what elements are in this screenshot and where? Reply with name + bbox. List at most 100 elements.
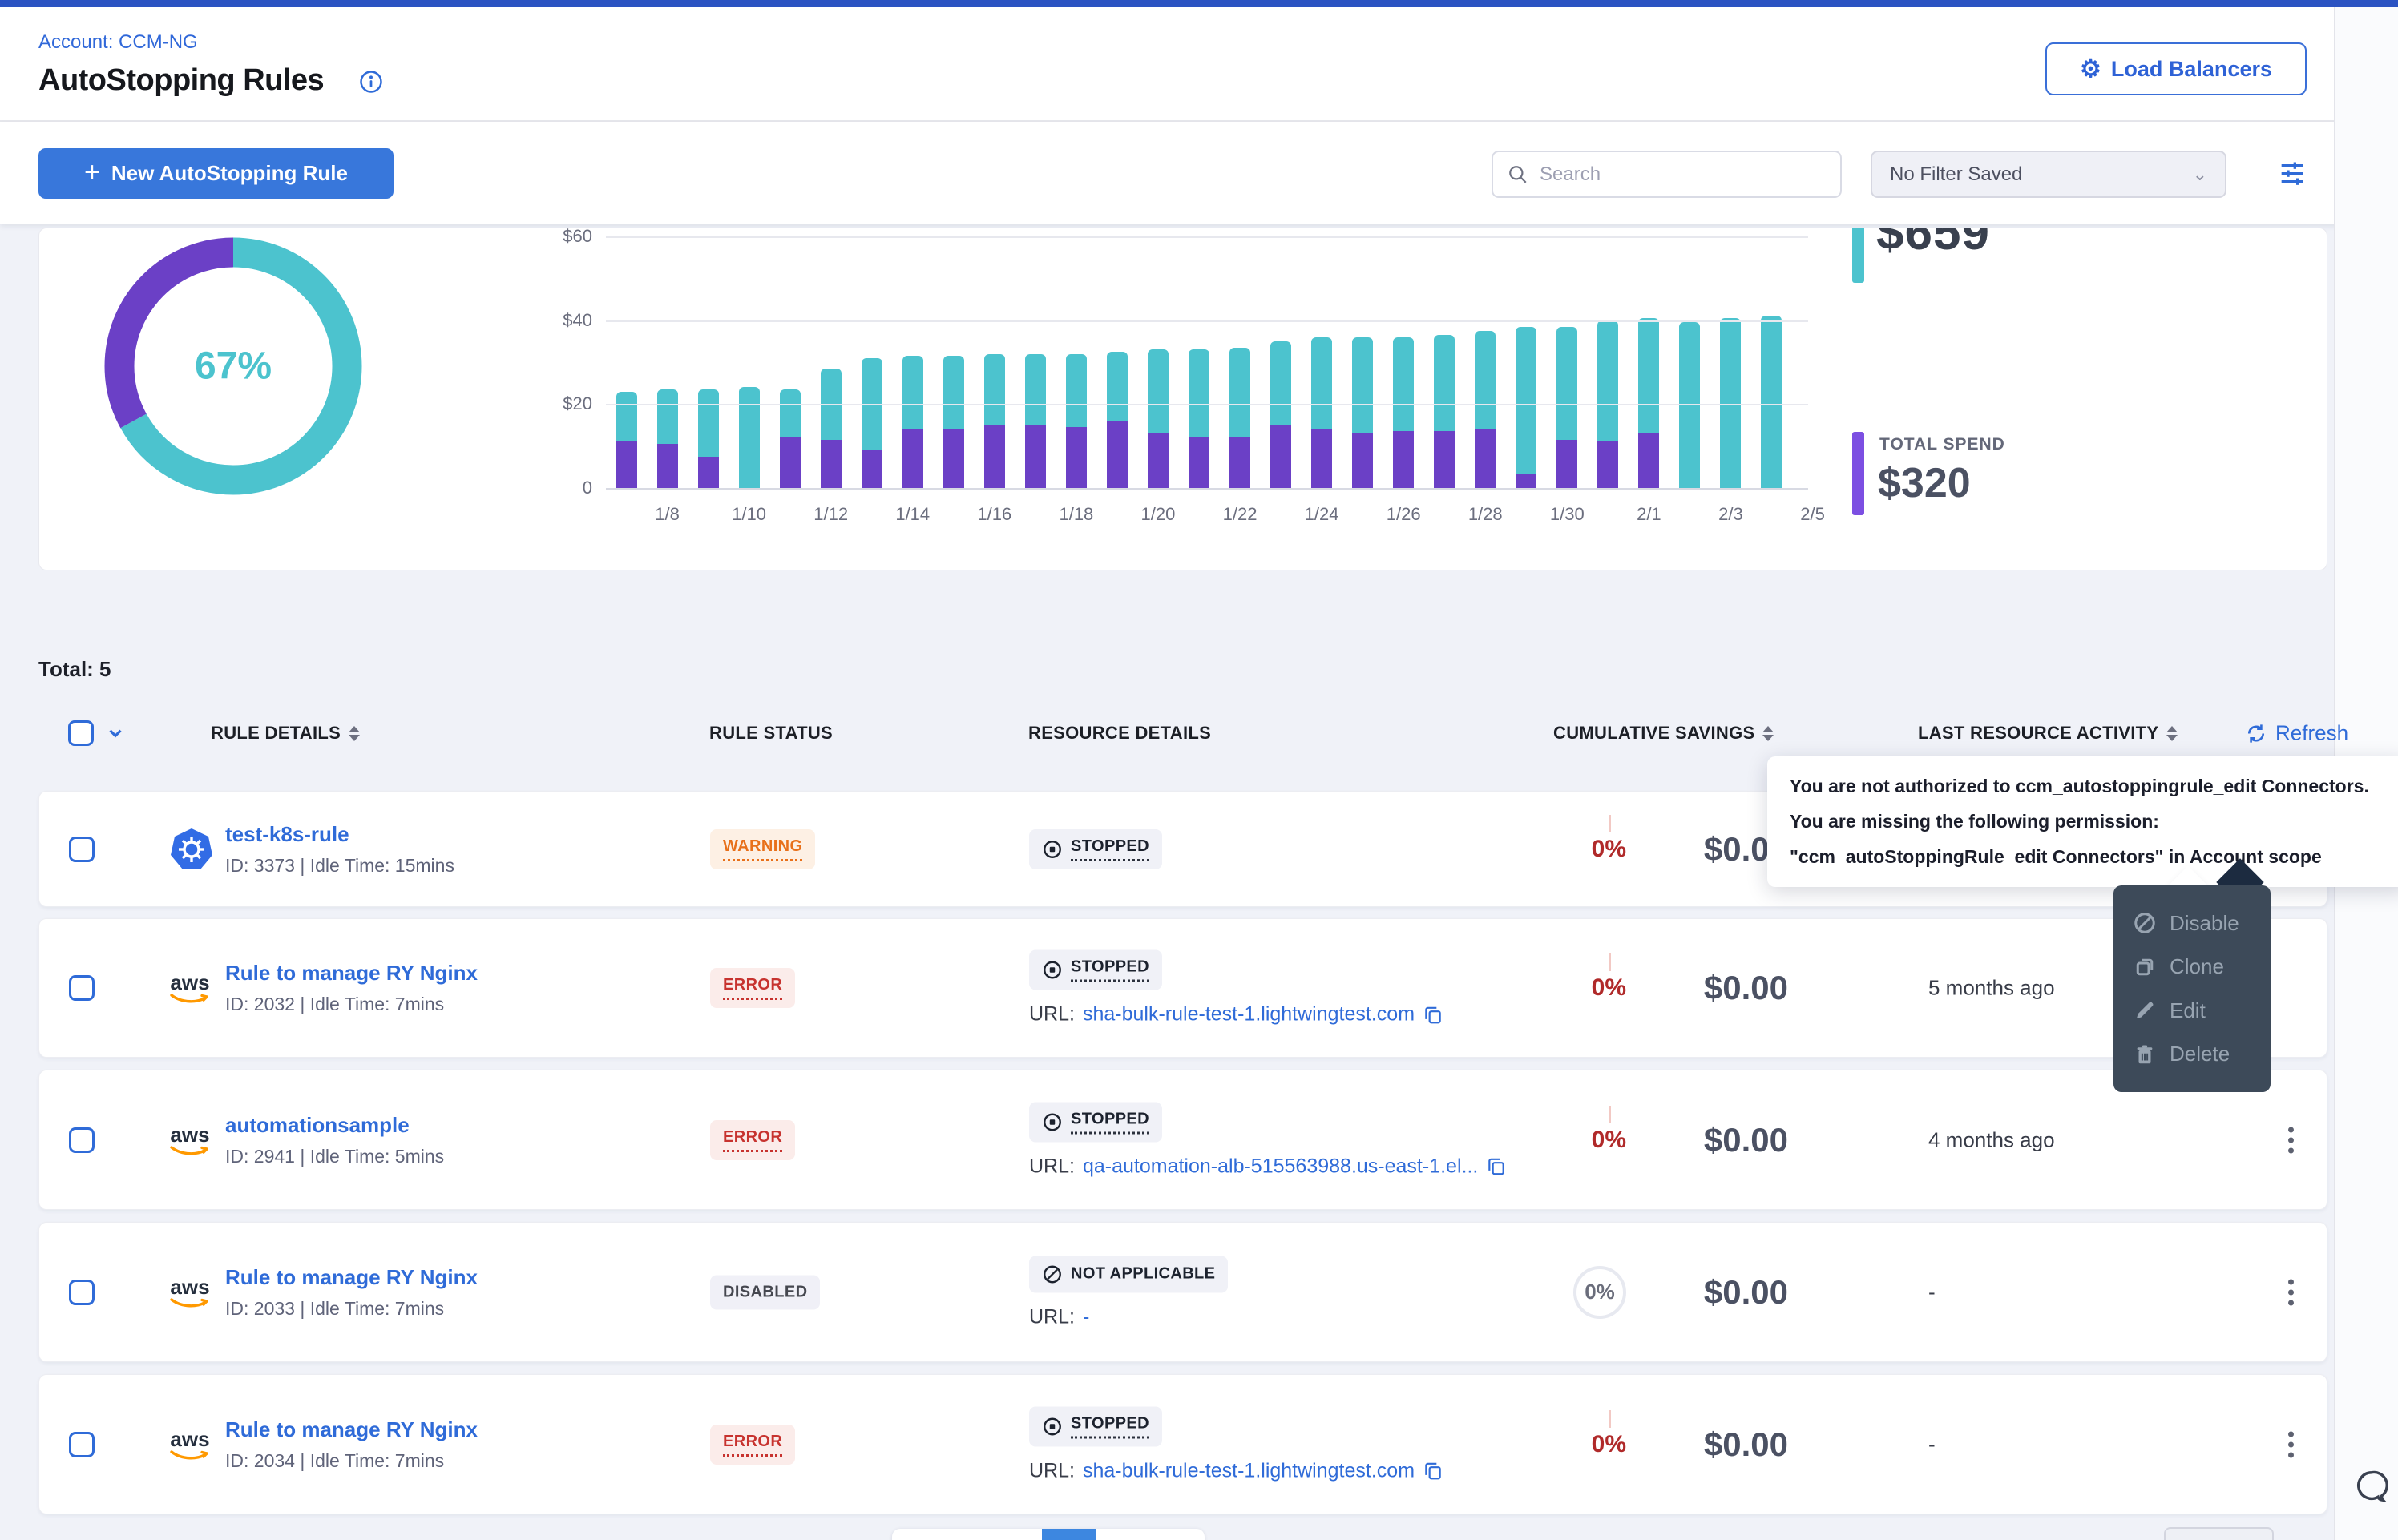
stacked-bar-1/30	[1556, 327, 1577, 488]
delete-icon	[2133, 1042, 2157, 1066]
sort-icon[interactable]	[1762, 726, 1774, 741]
row-checkbox[interactable]	[69, 1280, 95, 1305]
stacked-bar-1/17	[1025, 354, 1046, 488]
new-autostopping-rule-button[interactable]: + New AutoStopping Rule	[38, 148, 394, 199]
search-icon	[1508, 164, 1528, 185]
savings-percent: 0%	[1592, 1431, 1626, 1457]
toolbar: + New AutoStopping Rule No Filter Saved …	[0, 122, 2398, 224]
status-badge: DISABLED	[710, 1275, 820, 1309]
table-row: aws Rule to manage RY Nginx ID: 2033 | I…	[38, 1222, 2327, 1362]
edit-icon	[2133, 998, 2157, 1022]
stacked-bar-1/29	[1516, 327, 1536, 488]
menu-item-clone[interactable]: Clone	[2113, 954, 2271, 979]
url-label: URL:	[1029, 1155, 1075, 1178]
row-checkbox[interactable]	[69, 837, 95, 862]
stacked-bar-1/22	[1229, 348, 1250, 488]
last-activity: 5 months ago	[1928, 976, 2055, 1001]
new-rule-label: New AutoStopping Rule	[111, 161, 348, 186]
status-badge[interactable]: ERROR	[710, 1120, 795, 1160]
last-activity: -	[1928, 1432, 1936, 1457]
aws-icon: aws	[169, 1276, 211, 1308]
rule-meta: ID: 2032 | Idle Time: 7mins	[225, 994, 478, 1015]
column-rule-details[interactable]: RULE DETAILS	[211, 723, 360, 744]
page-header: Account: CCM-NG AutoStopping Rules ⚙ Loa…	[0, 7, 2398, 122]
row-checkbox[interactable]	[69, 975, 95, 1001]
saved-filter-select[interactable]: No Filter Saved ⌄	[1871, 151, 2226, 198]
x-axis-tick: 1/8	[655, 504, 680, 525]
row-context-menu: Disable Clone Edit Delete	[2113, 885, 2271, 1092]
row-actions-menu-button[interactable]	[2288, 1279, 2294, 1305]
stacked-bar-1/25	[1352, 337, 1373, 488]
row-checkbox[interactable]	[69, 1432, 95, 1457]
savings-percentage-label: 67%	[195, 345, 272, 389]
y-axis-tick: $60	[488, 228, 592, 247]
select-all-checkbox[interactable]	[68, 720, 94, 746]
resource-state-badge[interactable]: STOPPED	[1029, 1102, 1162, 1142]
status-badge[interactable]: WARNING	[710, 829, 815, 869]
rule-name-link[interactable]: test-k8s-rule	[225, 822, 454, 847]
filter-panel-icon[interactable]	[2276, 156, 2308, 188]
table-row: aws Rule to manage RY Nginx ID: 2034 | I…	[38, 1374, 2327, 1514]
row-actions-menu-button[interactable]	[2288, 1127, 2294, 1153]
column-last-resource-activity[interactable]: LAST RESOURCE ACTIVITY	[1918, 723, 2178, 744]
total-spend-value: $320	[1878, 459, 1971, 507]
row-checkbox[interactable]	[69, 1127, 95, 1153]
row-actions-menu-button[interactable]	[2288, 1431, 2294, 1457]
copy-icon[interactable]	[1486, 1156, 1507, 1177]
resource-url-link: -	[1083, 1305, 1089, 1328]
resource-state-badge[interactable]: STOPPED	[1029, 829, 1162, 869]
search-input[interactable]	[1540, 163, 1812, 186]
kubernetes-icon	[169, 827, 214, 872]
savings-percent: 0%	[1592, 1127, 1626, 1153]
total-spend-label: TOTAL SPEND	[1879, 435, 2005, 454]
sort-icon[interactable]	[2166, 726, 2178, 741]
tooltip-line: You are missing the following permission…	[1790, 811, 2386, 832]
menu-item-edit[interactable]: Edit	[2113, 998, 2271, 1023]
status-badge[interactable]: ERROR	[710, 968, 795, 1008]
stacked-bar-1/27	[1434, 335, 1455, 488]
resource-url-link[interactable]: sha-bulk-rule-test-1.lightwingtest.com	[1083, 1003, 1415, 1026]
stacked-bar-1/24	[1311, 337, 1332, 488]
rule-meta: ID: 3373 | Idle Time: 15mins	[225, 855, 454, 877]
breadcrumb-account[interactable]: Account: CCM-NG	[38, 31, 198, 54]
x-axis-tick: 2/5	[1800, 504, 1825, 525]
resource-state-badge[interactable]: STOPPED	[1029, 1406, 1162, 1446]
stacked-bar-1/15	[943, 356, 964, 488]
rule-name-link[interactable]: Rule to manage RY Nginx	[225, 1265, 478, 1290]
search-box[interactable]	[1492, 151, 1842, 198]
stacked-bar-1/19	[1107, 352, 1128, 488]
table-row: aws Rule to manage RY Nginx ID: 2032 | I…	[38, 918, 2327, 1058]
rule-name-link[interactable]: Rule to manage RY Nginx	[225, 961, 478, 986]
pagination-current-page[interactable]	[1042, 1529, 1096, 1540]
x-axis-tick: 1/30	[1550, 504, 1585, 525]
resource-url-link[interactable]: qa-automation-alb-515563988.us-east-1.el…	[1083, 1155, 1478, 1178]
info-icon[interactable]	[359, 70, 383, 94]
chat-help-icon[interactable]	[2353, 1468, 2390, 1505]
stacked-bar-1/14	[902, 356, 923, 488]
x-axis-tick: 1/18	[1059, 504, 1093, 525]
url-label: URL:	[1029, 1003, 1075, 1026]
rule-name-link[interactable]: Rule to manage RY Nginx	[225, 1417, 478, 1442]
refresh-button[interactable]: Refresh	[2245, 721, 2348, 746]
copy-icon[interactable]	[1423, 1461, 1443, 1482]
sort-icon[interactable]	[349, 726, 360, 741]
page-size-button[interactable]	[2164, 1527, 2274, 1540]
resource-state-badge[interactable]: STOPPED	[1029, 950, 1162, 990]
savings-accent-bar	[1852, 228, 1864, 283]
column-cumulative-savings[interactable]: CUMULATIVE SAVINGS	[1553, 723, 1774, 744]
x-axis-tick: 1/14	[895, 504, 930, 525]
status-badge[interactable]: ERROR	[710, 1425, 795, 1465]
load-balancers-button[interactable]: ⚙ Load Balancers	[2045, 42, 2307, 95]
stacked-bar-1/7	[616, 392, 637, 488]
stacked-bar-1/12	[821, 369, 842, 488]
pagination-bar[interactable]	[892, 1529, 1205, 1540]
x-axis-tick: 1/20	[1141, 504, 1176, 525]
rule-name-link[interactable]: automationsample	[225, 1113, 444, 1138]
aws-icon: aws	[169, 1124, 211, 1156]
select-dropdown-chevron-icon[interactable]	[105, 723, 126, 744]
copy-icon[interactable]	[1423, 1004, 1443, 1025]
rule-meta: ID: 2033 | Idle Time: 7mins	[225, 1298, 478, 1320]
resource-url-link[interactable]: sha-bulk-rule-test-1.lightwingtest.com	[1083, 1459, 1415, 1482]
menu-item-disable[interactable]: Disable	[2113, 911, 2271, 936]
menu-item-delete[interactable]: Delete	[2113, 1042, 2271, 1066]
